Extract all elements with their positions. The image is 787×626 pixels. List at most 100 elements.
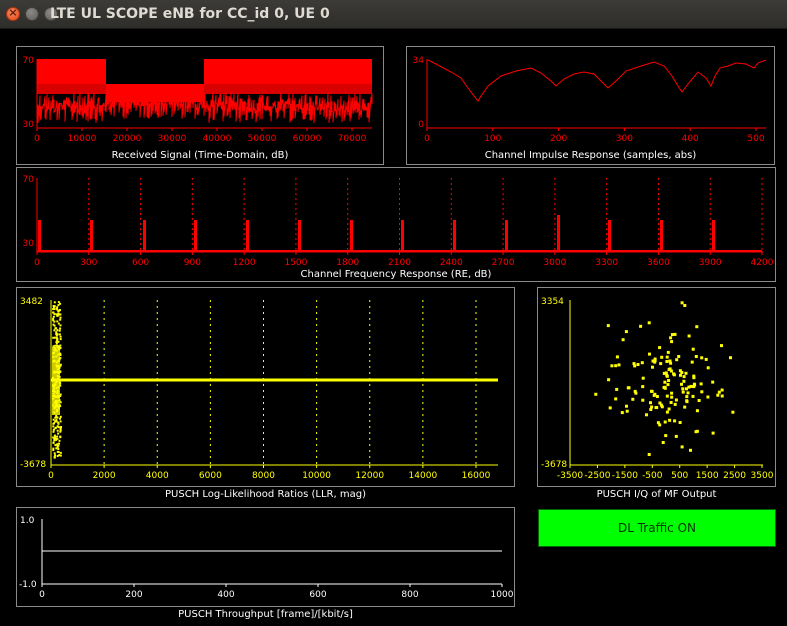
pusch-llr-point bbox=[53, 452, 56, 455]
pusch-iq-point bbox=[653, 392, 657, 396]
dl-traffic-button[interactable]: DL Traffic ON bbox=[538, 509, 776, 547]
pusch-llr-point bbox=[59, 420, 62, 423]
pusch-llr-point bbox=[55, 333, 58, 335]
pusch-iq-point bbox=[682, 379, 686, 383]
pusch-iq-point bbox=[681, 387, 685, 391]
minimize-window-button[interactable] bbox=[25, 7, 39, 21]
pusch-iq-point bbox=[617, 363, 621, 367]
x-tick-label: -2500 bbox=[584, 471, 610, 481]
pusch-llr-point bbox=[57, 432, 60, 435]
channel-impulse-series bbox=[427, 59, 767, 102]
x-tick-label: 50000 bbox=[248, 134, 277, 144]
pusch-iq-point bbox=[700, 390, 704, 394]
x-tick-label: 30000 bbox=[158, 134, 187, 144]
pusch-iq-point bbox=[685, 395, 689, 399]
pusch-iq-point bbox=[690, 360, 694, 364]
pusch-llr-point bbox=[54, 416, 57, 419]
x-tick-label: 2000 bbox=[93, 471, 116, 481]
pusch-iq-point bbox=[711, 431, 715, 435]
pusch-llr-point bbox=[53, 329, 56, 332]
pusch-llr-point bbox=[57, 448, 60, 450]
x-tick-label: 800 bbox=[401, 590, 418, 600]
pusch-iq-point bbox=[666, 383, 670, 387]
x-tick-label: 2500 bbox=[723, 471, 746, 481]
x-tick-label: 500 bbox=[671, 471, 688, 481]
pusch-iq-point bbox=[668, 418, 672, 422]
close-window-button[interactable]: × bbox=[6, 6, 20, 21]
pusch-llr-point bbox=[56, 329, 59, 332]
pusch-iq-point bbox=[626, 386, 630, 390]
pusch-iq-point bbox=[729, 356, 732, 360]
pusch-llr-ytick: -3678 bbox=[20, 460, 46, 470]
pusch-iq-point bbox=[667, 407, 671, 411]
pusch-iq-point bbox=[665, 410, 669, 414]
pusch-iq-point bbox=[615, 387, 619, 391]
pusch-iq-point bbox=[687, 334, 691, 338]
pusch-llr-point bbox=[59, 415, 62, 418]
pusch-iq-point bbox=[731, 410, 735, 414]
pusch-llr-point bbox=[59, 313, 62, 316]
received-signal-saturated-block bbox=[37, 59, 106, 84]
x-tick-label: 70000 bbox=[338, 134, 367, 144]
pusch-iq-point bbox=[606, 324, 610, 328]
x-tick-label: 3000 bbox=[543, 258, 566, 268]
pusch-iq-plot: 3354 -3678 -3500 -2500 -1500 -500 500 1500 250… bbox=[541, 297, 774, 481]
x-tick-label: 300 bbox=[80, 258, 97, 268]
pusch-iq-point bbox=[679, 373, 682, 377]
x-tick-label: 1500 bbox=[696, 471, 719, 481]
pusch-iq-point bbox=[670, 340, 674, 344]
pusch-llr-point bbox=[59, 427, 62, 430]
x-tick-label: 200 bbox=[125, 590, 142, 600]
pusch-iq-label: PUSCH I/Q of MF Output bbox=[596, 489, 717, 500]
close-icon: × bbox=[8, 6, 18, 19]
pusch-iq-point bbox=[673, 402, 677, 406]
pusch-iq-point bbox=[686, 391, 690, 395]
pusch-iq-point bbox=[659, 403, 663, 407]
pusch-iq-point bbox=[651, 359, 655, 363]
pusch-llr-point bbox=[54, 444, 57, 447]
pusch-iq-point bbox=[665, 360, 669, 363]
pusch-llr-point bbox=[55, 447, 58, 450]
pusch-iq-point bbox=[663, 380, 667, 384]
x-tick-label: -1500 bbox=[612, 471, 638, 481]
pusch-llr-point bbox=[55, 341, 58, 344]
pusch-llr-point bbox=[56, 435, 59, 438]
pusch-iq-point bbox=[694, 355, 698, 358]
pusch-llr-point bbox=[54, 420, 57, 423]
channel-frequency-ytick: 70 bbox=[23, 175, 35, 185]
pusch-llr-point bbox=[59, 324, 62, 327]
pusch-iq-point bbox=[674, 398, 678, 402]
pusch-llr-point bbox=[52, 441, 55, 444]
pusch-iq-point bbox=[625, 404, 628, 408]
pusch-llr-point bbox=[56, 320, 59, 323]
pusch-iq-point bbox=[691, 347, 695, 351]
pusch-llr-point bbox=[59, 430, 62, 433]
channel-frequency-ytick: 30 bbox=[23, 239, 35, 249]
x-tick-label: 100 bbox=[484, 134, 501, 144]
received-signal-saturated-block bbox=[204, 59, 372, 84]
pusch-llr-point bbox=[58, 439, 61, 442]
pusch-llr-point bbox=[59, 318, 62, 321]
pusch-iq-point bbox=[663, 386, 667, 390]
pusch-llr-point bbox=[52, 311, 55, 314]
pusch-iq-point bbox=[716, 393, 720, 397]
pusch-iq-point bbox=[680, 371, 684, 374]
received-signal-dense-region bbox=[37, 84, 372, 94]
pusch-llr-point bbox=[59, 327, 62, 330]
pusch-llr-point bbox=[57, 340, 60, 343]
pusch-llr-point bbox=[59, 436, 62, 439]
x-tick-label: 10000 bbox=[302, 471, 331, 481]
pusch-iq-point bbox=[680, 382, 683, 386]
pusch-iq-ytick: 3354 bbox=[541, 297, 564, 307]
pusch-iq-point bbox=[695, 429, 699, 433]
pusch-iq-point bbox=[608, 406, 612, 410]
pusch-llr-point bbox=[57, 451, 60, 453]
pusch-iq-point bbox=[594, 392, 598, 396]
pusch-iq-point bbox=[691, 394, 695, 398]
pusch-iq-point bbox=[680, 301, 684, 305]
pusch-iq-point bbox=[641, 398, 645, 402]
pusch-llr-point bbox=[53, 320, 56, 323]
pusch-llr-point bbox=[52, 305, 55, 307]
x-tick-label: 14000 bbox=[409, 471, 438, 481]
pusch-iq-point bbox=[683, 405, 687, 409]
